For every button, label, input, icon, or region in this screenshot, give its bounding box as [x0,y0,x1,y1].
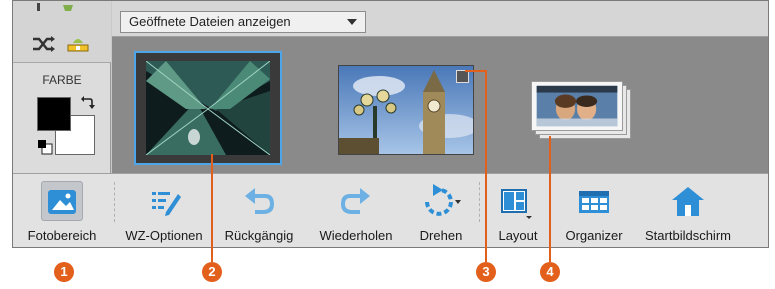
screenshot-root: FARBE Geöffnete Dateien anzeigen Fotober… [0,0,775,289]
layout-icon [501,189,532,219]
default-colors-icon[interactable] [37,139,53,155]
level-icon[interactable] [65,33,91,55]
photo-bin-header: Geöffnete Dateien anzeigen [112,1,768,37]
editor-window: FARBE Geöffnete Dateien anzeigen Fotober… [12,0,769,248]
tool-panel: FARBE [13,1,111,173]
show-files-dropdown-value: Geöffnete Dateien anzeigen [129,14,291,29]
tool-grid [13,1,111,63]
organizer-icon [579,191,609,213]
organizer-label: Organizer [565,228,623,243]
photo-bin-label: Fotobereich [27,228,97,243]
chevron-down-icon [347,19,357,25]
thumbnail-big-ben[interactable] [338,65,474,155]
thumbnail-architecture-selected[interactable] [134,51,282,165]
layout-button[interactable]: Layout [489,174,547,247]
callout-line-3-horizontal [465,70,487,72]
tool-row-top-icons[interactable] [31,3,81,15]
foreground-color-swatch[interactable] [37,97,71,131]
callout-line-3-vertical [485,70,487,262]
toolbar-divider [479,182,480,222]
redo-label: Wiederholen [319,228,393,243]
photo-bin [112,37,768,173]
callout-4: 4 [540,262,560,282]
rotate-label: Drehen [419,228,463,243]
callout-3: 3 [476,262,496,282]
shuffle-icon[interactable] [31,33,57,55]
redo-button[interactable]: Wiederholen [308,174,404,247]
redo-icon [340,188,370,214]
photo-bin-icon [48,190,76,214]
organizer-button[interactable]: Organizer [559,174,629,247]
rotate-icon [425,184,461,216]
toolbar-divider [114,182,115,222]
undo-label: Rückgängig [224,228,294,243]
thumbnail-stacked-collage[interactable] [531,81,631,139]
color-label: FARBE [42,73,82,87]
layout-label: Layout [498,228,538,243]
callout-line-4 [549,136,551,262]
tool-options-icon [152,192,181,216]
photo-bin-button[interactable]: Fotobereich [13,174,111,247]
home-screen-label: Startbildschirm [645,228,731,243]
undo-icon [245,188,275,214]
tool-options-label: WZ-Optionen [125,228,203,243]
callout-line-2 [211,154,213,262]
swap-colors-icon[interactable] [79,95,95,111]
big-ben-photo [339,66,473,154]
architecture-photo [146,61,270,155]
home-icon [672,187,704,216]
rotate-button[interactable]: Drehen [411,174,471,247]
callout-1: 1 [54,262,74,282]
undo-button[interactable]: Rückgängig [217,174,301,247]
task-toolbar: Fotobereich WZ-Optionen Rückgängig Wiede… [13,173,768,247]
stacked-collage-photo [531,81,623,131]
tool-options-button[interactable]: WZ-Optionen [117,174,211,247]
show-files-dropdown[interactable]: Geöffnete Dateien anzeigen [120,11,366,33]
callout-2: 2 [202,262,222,282]
home-screen-button[interactable]: Startbildschirm [633,174,743,247]
